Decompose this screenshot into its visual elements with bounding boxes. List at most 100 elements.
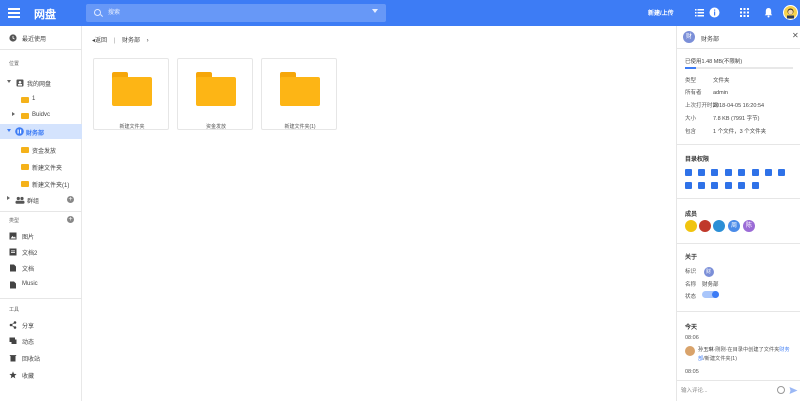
list-view-icon[interactable] [693,6,706,19]
sidebar-item-doc2[interactable]: 文档2 [0,244,82,259]
add-group-icon[interactable]: + [67,196,74,203]
folder-icon-body [196,77,236,106]
info-icon[interactable] [708,6,721,19]
menu-icon[interactable] [8,6,20,20]
sidebar-item-my-drive[interactable]: 我的网盘 [0,75,82,90]
sidebar-item-recent[interactable]: 最近使用 [0,30,82,45]
sidebar-item-music[interactable]: Music [0,277,82,292]
member-avatar[interactable] [699,220,711,232]
search-input[interactable] [108,7,358,19]
about-name: 名称 财务部 [685,282,719,288]
send-icon[interactable] [789,386,798,395]
sidebar-item-label: 我的网盘 [27,82,52,88]
download-permission-icon[interactable] [765,169,772,176]
folder-icon [21,113,29,119]
sidebar-item-team-finance[interactable]: 财务部 [0,124,82,139]
status-toggle[interactable] [702,291,719,298]
section-header-types: 类型 [9,218,20,224]
search-options-icon[interactable] [372,9,378,13]
delete-permission-icon[interactable] [711,169,718,176]
sidebar-item-folder-new[interactable]: 新建文件夹 [0,159,82,174]
sidebar-item-folder-1[interactable]: 1 [0,92,82,107]
chevron-right-icon[interactable]: › [147,38,149,44]
add-type-icon[interactable]: + [67,216,74,223]
top-bar: 网盘 新建/上传 [0,0,800,26]
search-box[interactable] [86,4,386,22]
apps-grid-icon[interactable] [738,6,751,19]
member-avatar[interactable] [713,220,725,232]
sidebar-item-folder-funds[interactable]: 资金发放 [0,142,82,157]
sidebar-item-label: 文档 [22,267,35,273]
sidebar-item-folder-new-1[interactable]: 新建文件夹(1) [0,176,82,191]
prop-owner: 所有者 admin [685,90,728,96]
sidebar-item-docs[interactable]: 文档 [0,260,82,275]
sidebar-item-activity[interactable]: 动态 [0,333,82,348]
new-upload-button[interactable]: 新建/上传 [648,8,674,17]
folder-name: 新建文件夹 [119,124,145,130]
close-icon[interactable]: ✕ [792,31,799,40]
folder-card[interactable]: 新建文件夹(1) [261,58,337,130]
about-title: 关于 [685,255,698,261]
check-permission-icon[interactable] [752,182,759,189]
panel-title: 财务部 [701,37,720,43]
expand-icon[interactable] [7,196,10,200]
section-header-tools: 工具 [9,307,20,313]
app-title: 网盘 [34,9,56,21]
user-avatar[interactable] [783,5,798,20]
history-permission-icon[interactable] [698,169,705,176]
sidebar-item-favorites[interactable]: 收藏 [0,367,82,382]
document-icon [9,248,17,255]
sidebar-item-label: 收藏 [22,374,35,380]
upload-permission-icon[interactable] [711,182,718,189]
sidebar-item-trash[interactable]: 回收站 [0,350,82,365]
back-link[interactable]: ◂返回 [92,38,107,44]
folder-icon [21,164,29,170]
folder-card[interactable]: 新建文件夹 [93,58,169,130]
prop-contains: 包含 1 个文件，3 个文件夹 [685,129,767,135]
breadcrumb-separator: | [113,38,116,44]
edit-permission-icon[interactable] [738,169,745,176]
sidebar-item-share[interactable]: 分享 [0,317,82,332]
divider [677,144,800,145]
activity-time: 08:05 [685,369,699,375]
member-avatar[interactable]: 周 [728,220,740,232]
folder-card[interactable]: 资金发放 [177,58,253,130]
sidebar-item-label: 财务部 [26,131,45,137]
divider [0,49,82,50]
prop-last-opened: 上次打开时间2018-04-05 16:20:54 [685,103,765,109]
copy-permission-icon[interactable] [685,182,692,189]
activity-user-avatar [685,346,695,356]
sidebar-item-label: 图片 [22,235,35,241]
sidebar-item-label: 群组 [27,199,40,205]
folder-name: 新建文件夹(1) [284,124,316,130]
activity-time: 08:06 [685,335,699,341]
sidebar-item-label: 分享 [22,324,35,330]
rename-permission-icon[interactable] [752,169,759,176]
sidebar-item-images[interactable]: 图片 [0,228,82,243]
emoji-icon[interactable] [777,386,785,394]
divider [677,243,800,244]
storage-progress [685,67,793,69]
expand-icon[interactable] [12,112,15,116]
comment-input[interactable] [681,385,771,397]
star-icon [9,370,17,378]
sidebar-item-folder-buidvc[interactable]: Buidvc [0,108,82,123]
sidebar-item-label: 最近使用 [22,37,47,43]
expand-icon[interactable] [7,129,11,132]
sidebar-item-groups[interactable]: 群组 + [0,192,82,207]
folder-icon-body [280,77,320,106]
edit-doc-permission-icon[interactable] [725,169,732,176]
view-permission-icon[interactable] [685,169,692,176]
duplicate-permission-icon[interactable] [698,182,705,189]
share-icon [9,320,17,329]
breadcrumb: ◂返回 | 财务部 › [92,35,149,44]
team-badge: 财 [703,267,714,277]
member-avatar[interactable]: 陈 [743,220,755,232]
folder-permission-icon[interactable] [725,182,732,189]
expand-icon[interactable] [7,80,11,83]
share-permission-icon[interactable] [738,182,745,189]
user-permission-icon[interactable] [778,169,785,176]
divider [677,48,800,49]
notification-bell-icon[interactable] [762,6,775,19]
member-avatar[interactable] [685,220,697,232]
